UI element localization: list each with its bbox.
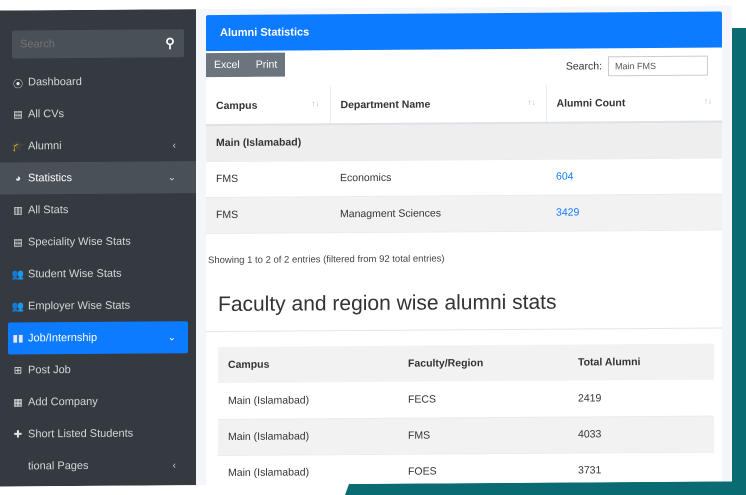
group-label: Main (Islamabad) xyxy=(206,121,722,162)
sort-icon: ↑↓ xyxy=(311,98,320,108)
cell-faculty: FMS xyxy=(398,416,568,454)
chevron-down-icon: ⌄ xyxy=(167,331,176,343)
table-row: Main (Islamabad) FECS 2419 xyxy=(218,379,714,420)
building-icon: ▦ xyxy=(13,396,23,408)
dashboard-icon: ⦿ xyxy=(13,78,23,90)
chevron-left-icon: ‹ xyxy=(172,139,176,151)
binoculars-icon: ▮▮ xyxy=(12,332,24,344)
cell-campus: Main (Islamabad) xyxy=(218,381,398,420)
sidebar: ⚲ ⦿ Dashboard ▤ All CVs 🎓Alumni ‹ ◕ Statistics ⌄… xyxy=(0,9,196,487)
list-icon: ▤ xyxy=(13,108,23,120)
users-icon: 👥 xyxy=(11,300,25,312)
card-title: Alumni Statistics xyxy=(206,11,722,52)
sidebar-search: ⚲ xyxy=(12,29,184,59)
sort-icon: ↑↓ xyxy=(527,97,536,107)
users-icon: 👥 xyxy=(11,268,25,280)
sidebar-nav: ⦿ Dashboard ▤ All CVs 🎓 Alumni ‹ ◕ Statistics ⌄ ▥ A… xyxy=(0,65,196,482)
sidebar-search-input[interactable] xyxy=(12,29,156,59)
sidebar-item-add-company[interactable]: ▦ Add Company xyxy=(0,385,196,418)
sidebar-item-label: Employer Wise Stats xyxy=(28,299,131,313)
faculty-region-card: Faculty and region wise alumni stats Cam… xyxy=(206,273,722,487)
cell-campus: FMS xyxy=(206,196,330,234)
table-info: Showing 1 to 2 of 2 entries (filtered fr… xyxy=(208,253,445,267)
sidebar-item-job-internship[interactable]: ▮▮ Job/Internship ⌄ xyxy=(8,321,188,355)
table-search-input[interactable] xyxy=(608,55,708,77)
sidebar-item-all-stats[interactable]: ▥ All Stats xyxy=(0,193,196,226)
sidebar-item-label: tional Pages xyxy=(28,459,89,473)
pages-icon xyxy=(12,460,24,472)
cell-total: 3731 xyxy=(568,451,714,487)
main-content: Alumni Statistics Excel Print Search: Ca… xyxy=(196,5,732,487)
screenshot-stage: ⚲ ⦿ Dashboard ▤ All CVs 🎓Alumni ‹ ◕ Statistics ⌄… xyxy=(0,0,746,495)
column-header-campus: Campus xyxy=(218,345,398,384)
sort-icon: ↑↓ xyxy=(704,96,712,106)
graduation-cap-icon: 🎓 xyxy=(11,140,25,152)
cell-department: Economics xyxy=(330,158,546,197)
cell-campus: FMS xyxy=(206,160,330,198)
group-row: Main (Islamabad) xyxy=(206,121,722,162)
pie-chart-icon: ◕ xyxy=(14,172,22,184)
divider xyxy=(206,327,722,333)
sidebar-item-alumni[interactable]: 🎓 Alumni ‹ xyxy=(0,129,196,162)
column-header-faculty: Faculty/Region xyxy=(398,344,568,382)
column-header-alumni-count[interactable]: Alumni Count ↑↓ xyxy=(546,83,722,123)
section-title: Faculty and region wise alumni stats xyxy=(218,290,557,317)
bar-chart-icon: ▥ xyxy=(13,204,23,216)
alumni-table: Campus ↑↓ Department Name ↑↓ Alumni Count ↑… xyxy=(206,83,722,234)
sidebar-item-label: All CVs xyxy=(28,108,65,121)
cell-alumni-count-link[interactable]: 604 xyxy=(546,157,722,195)
sidebar-item-statistics[interactable]: ◕ Statistics ⌄ xyxy=(0,161,196,195)
column-header-label: Department Name xyxy=(340,98,431,111)
sidebar-item-label: Student Wise Stats xyxy=(28,267,122,281)
export-buttons: Excel Print xyxy=(206,52,286,78)
sidebar-item-dashboard[interactable]: ⦿ Dashboard xyxy=(0,65,196,98)
column-header-label: Alumni Count xyxy=(556,96,626,110)
column-header-department[interactable]: Department Name ↑↓ xyxy=(330,84,546,125)
faculty-table: Campus Faculty/Region Total Alumni Main … xyxy=(218,343,714,487)
cell-department: Managment Sciences xyxy=(330,194,546,233)
table-row: FMS Managment Sciences 3429 xyxy=(206,193,722,234)
sidebar-item-post-job[interactable]: ⊞ Post Job xyxy=(0,353,196,386)
sidebar-item-label: Statistics xyxy=(28,172,73,185)
table-search-label: Search: xyxy=(565,60,602,73)
sidebar-item-label: All Stats xyxy=(28,204,69,217)
sidebar-item-speciality-wise-stats[interactable]: ▤ Speciality Wise Stats xyxy=(0,225,196,258)
cell-campus: Main (Islamabad) xyxy=(218,417,398,456)
user-check-icon: ✚ xyxy=(13,428,23,440)
excel-button[interactable]: Excel xyxy=(206,52,248,78)
app-window: ⚲ ⦿ Dashboard ▤ All CVs 🎓Alumni ‹ ◕ Statistics ⌄… xyxy=(0,5,732,487)
sidebar-item-label: Post Job xyxy=(28,364,71,377)
cell-total: 2419 xyxy=(568,379,714,417)
column-header-label: Campus xyxy=(216,99,258,112)
sidebar-item-short-listed-students[interactable]: ✚ Short Listed Students xyxy=(0,417,196,450)
table-row: FMS Economics 604 xyxy=(206,157,722,198)
sidebar-item-employer-wise-stats[interactable]: 👥 Employer Wise Stats xyxy=(0,289,196,322)
cell-total: 4033 xyxy=(568,415,714,453)
table-row: Main (Islamabad) FMS 4033 xyxy=(218,415,714,456)
plus-square-icon: ⊞ xyxy=(13,364,23,376)
sidebar-item-label: Speciality Wise Stats xyxy=(28,235,131,249)
alumni-statistics-card: Alumni Statistics Excel Print Search: Ca… xyxy=(206,11,722,278)
search-icon[interactable]: ⚲ xyxy=(156,29,184,57)
print-button[interactable]: Print xyxy=(247,52,286,77)
list-alt-icon: ▤ xyxy=(13,236,23,248)
sidebar-item-label: Short Listed Students xyxy=(28,427,134,441)
chevron-down-icon: ⌄ xyxy=(167,171,176,183)
sidebar-item-all-cvs[interactable]: ▤ All CVs xyxy=(0,97,196,130)
table-search: Search: xyxy=(565,55,708,77)
chevron-left-icon: ‹ xyxy=(172,459,176,471)
sidebar-item-tional-pages[interactable]: tional Pages ‹ xyxy=(0,449,196,482)
sidebar-item-label: Add Company xyxy=(28,395,98,409)
sidebar-item-student-wise-stats[interactable]: 👥 Student Wise Stats xyxy=(0,257,196,290)
sidebar-item-label: Job/Internship xyxy=(28,331,98,345)
cell-campus: Main (Islamabad) xyxy=(218,453,398,487)
sidebar-item-label: Dashboard xyxy=(28,75,82,89)
column-header-campus[interactable]: Campus ↑↓ xyxy=(206,86,330,126)
cell-alumni-count-link[interactable]: 3429 xyxy=(546,193,722,231)
column-header-total-alumni: Total Alumni xyxy=(568,343,714,381)
sidebar-item-label: Alumni xyxy=(28,140,62,153)
table-row: Main (Islamabad) FOES 3731 xyxy=(218,451,714,487)
cell-faculty: FECS xyxy=(398,380,568,418)
cell-faculty: FOES xyxy=(398,452,568,487)
